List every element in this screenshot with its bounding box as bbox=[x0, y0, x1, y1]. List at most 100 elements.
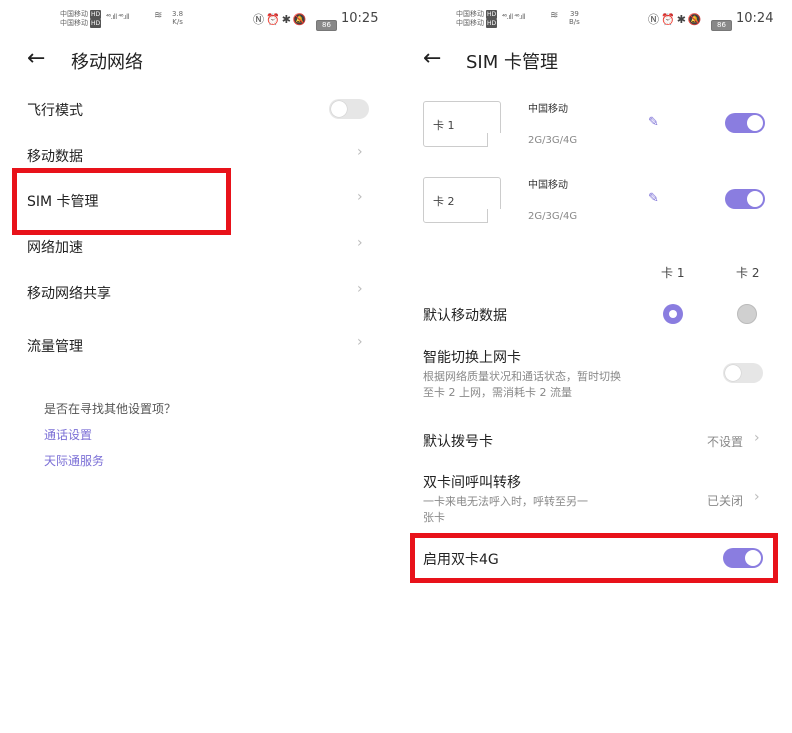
bluetooth-icon: ✱ bbox=[676, 13, 688, 26]
highlight-box bbox=[12, 168, 231, 235]
toggle-knob bbox=[725, 365, 741, 381]
item-label: 网络加速 bbox=[27, 240, 83, 256]
bluetooth-icon: ✱ bbox=[281, 13, 293, 26]
hd-badge: HD bbox=[486, 19, 498, 28]
net-speed: 3.8 K/s bbox=[172, 10, 183, 26]
item-description: 一卡来电无法呼入时，呼转至另一 张卡 bbox=[423, 494, 588, 526]
carrier-1: 中国移动 bbox=[60, 10, 88, 18]
sim-carrier: 中国移动 bbox=[528, 104, 568, 115]
carrier-2: 中国移动 bbox=[60, 19, 88, 27]
sim-label: 卡 1 bbox=[433, 119, 455, 132]
status-carriers: 中国移动 HD 中国移动 HD bbox=[60, 10, 102, 28]
chevron-right-icon: › bbox=[357, 334, 363, 350]
item-value: 不设置 bbox=[707, 435, 744, 449]
item-label: 移动网络共享 bbox=[27, 286, 111, 302]
mute-icon: 🔕 bbox=[687, 13, 704, 26]
list-item-tethering[interactable]: 移动网络共享 › bbox=[0, 277, 396, 307]
chevron-right-icon: › bbox=[754, 430, 760, 446]
search-prompt: 是否在寻找其他设置项？ bbox=[44, 402, 177, 416]
signal-icon: ⁴⁶.ıll ⁴⁶.ıll bbox=[502, 13, 526, 21]
wifi-icon: ≋ bbox=[550, 10, 559, 21]
edit-icon[interactable]: ✎ bbox=[648, 191, 659, 206]
sim-card-icon: 卡 1 bbox=[423, 101, 501, 147]
hd-badge: HD bbox=[486, 10, 498, 19]
status-carriers: 中国移动 HD 中国移动 HD bbox=[456, 10, 498, 28]
chevron-right-icon: › bbox=[357, 235, 363, 251]
status-time: 10:25 bbox=[341, 11, 379, 26]
signal-icon: ⁴⁶.ıll ⁴⁶.ıll bbox=[106, 13, 130, 21]
edit-icon[interactable]: ✎ bbox=[648, 115, 659, 130]
list-item-mobile-data[interactable]: 移动数据 › bbox=[0, 140, 396, 170]
page-title: SIM 卡管理 bbox=[466, 52, 558, 73]
alarm-icon: ⏰ bbox=[661, 13, 677, 26]
alarm-icon: ⏰ bbox=[266, 13, 282, 26]
hd-badge: HD bbox=[90, 10, 102, 19]
speed-value: 3.8 bbox=[172, 10, 184, 18]
toggle-knob bbox=[747, 191, 763, 207]
battery-level: 86 bbox=[711, 20, 732, 31]
default-mobile-data-row: 默认移动数据 bbox=[410, 298, 780, 328]
carrier-1: 中国移动 bbox=[456, 10, 484, 18]
item-label: 移动数据 bbox=[27, 149, 83, 165]
default-dial-row[interactable]: 默认拨号卡 不设置 › bbox=[410, 425, 780, 455]
chevron-right-icon: › bbox=[357, 281, 363, 297]
battery-icon: 86 bbox=[711, 12, 732, 31]
item-label: 双卡间呼叫转移 bbox=[423, 475, 521, 491]
item-label: 流量管理 bbox=[27, 339, 83, 355]
desc-line: 根据网络质量状况和通话状态，暂时切换 bbox=[423, 370, 621, 383]
hd-badge: HD bbox=[90, 19, 102, 28]
nfc-icon: Ⓝ bbox=[253, 13, 266, 26]
back-arrow-icon[interactable]: ← bbox=[423, 48, 441, 70]
item-description: 根据网络质量状况和通话状态，暂时切换 至卡 2 上网，需消耗卡 2 流量 bbox=[423, 369, 621, 401]
column-head-sim2: 卡 2 bbox=[736, 266, 760, 280]
page-title: 移动网络 bbox=[71, 52, 143, 73]
desc-line: 一卡来电无法呼入时，呼转至另一 bbox=[423, 495, 588, 508]
status-time: 10:24 bbox=[736, 11, 774, 26]
radio-sim1-selected[interactable] bbox=[663, 304, 683, 324]
speed-value: 39 bbox=[569, 10, 579, 18]
carrier-2: 中国移动 bbox=[456, 19, 484, 27]
status-icons: Ⓝ⏰✱🔕 bbox=[253, 11, 309, 27]
sim-card-icon: 卡 2 bbox=[423, 177, 501, 223]
sim-label: 卡 2 bbox=[433, 195, 455, 208]
sim-network: 2G/3G/4G bbox=[528, 211, 578, 222]
column-head-sim1: 卡 1 bbox=[661, 266, 685, 280]
call-forward-row[interactable]: 双卡间呼叫转移 一卡来电无法呼入时，呼转至另一 张卡 已关闭 › bbox=[410, 470, 780, 530]
sim-carrier: 中国移动 bbox=[528, 180, 568, 191]
desc-line: 张卡 bbox=[423, 511, 445, 524]
radio-sim2[interactable] bbox=[737, 304, 757, 324]
item-value: 已关闭 bbox=[707, 494, 744, 508]
item-label: 智能切换上网卡 bbox=[423, 350, 521, 366]
item-label: 默认拨号卡 bbox=[423, 434, 493, 450]
toggle-knob bbox=[331, 101, 347, 117]
chevron-right-icon: › bbox=[754, 489, 760, 505]
mute-icon: 🔕 bbox=[292, 13, 309, 26]
radio-dot bbox=[669, 310, 677, 318]
airplane-mode-toggle[interactable] bbox=[329, 99, 369, 119]
net-speed: 39 B/s bbox=[569, 10, 580, 26]
toggle-knob bbox=[747, 115, 763, 131]
status-icons: Ⓝ⏰✱🔕 bbox=[648, 11, 704, 27]
list-item-airplane-mode[interactable]: 飞行模式 bbox=[0, 95, 396, 125]
list-item-network-acceleration[interactable]: 网络加速 › bbox=[0, 231, 396, 261]
item-label: 默认移动数据 bbox=[423, 308, 507, 324]
smart-switch-toggle[interactable] bbox=[723, 363, 763, 383]
back-arrow-icon[interactable]: ← bbox=[27, 48, 45, 70]
sim-1-toggle[interactable] bbox=[725, 113, 765, 133]
speed-unit: B/s bbox=[569, 18, 580, 26]
sim-card-row-1: 卡 1 中国移动 2G/3G/4G ✎ bbox=[410, 95, 780, 155]
chevron-right-icon: › bbox=[357, 144, 363, 160]
wifi-icon: ≋ bbox=[154, 10, 163, 21]
link-skytone-service[interactable]: 天际通服务 bbox=[44, 452, 104, 469]
nfc-icon: Ⓝ bbox=[648, 13, 661, 26]
battery-level: 86 bbox=[316, 20, 337, 31]
sim-network: 2G/3G/4G bbox=[528, 135, 578, 146]
item-label: 飞行模式 bbox=[27, 103, 83, 119]
chevron-right-icon: › bbox=[357, 189, 363, 205]
smart-switch-row[interactable]: 智能切换上网卡 根据网络质量状况和通话状态，暂时切换 至卡 2 上网，需消耗卡 … bbox=[410, 345, 780, 405]
battery-icon: 86 bbox=[316, 12, 337, 31]
desc-line: 至卡 2 上网，需消耗卡 2 流量 bbox=[423, 386, 572, 399]
list-item-data-usage[interactable]: 流量管理 › bbox=[0, 330, 396, 360]
sim-2-toggle[interactable] bbox=[725, 189, 765, 209]
link-call-settings[interactable]: 通话设置 bbox=[44, 426, 92, 443]
